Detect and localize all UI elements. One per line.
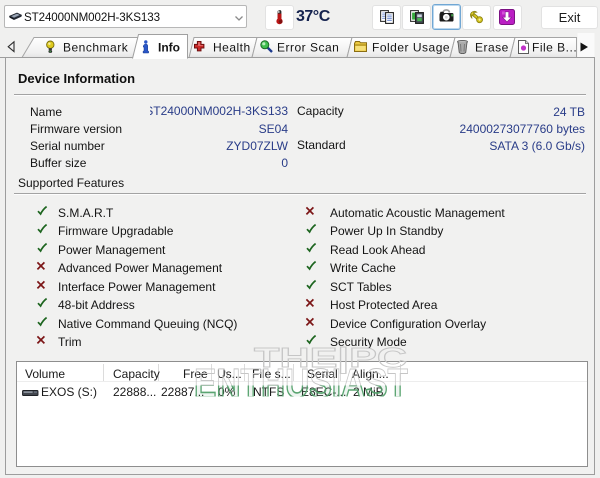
svg-text:Error Scan: Error Scan — [277, 41, 339, 55]
svg-text:Info: Info — [158, 41, 180, 55]
svg-text:File B...: File B... — [532, 41, 577, 55]
svg-text:Benchmark: Benchmark — [63, 41, 129, 55]
svg-text:Folder Usage: Folder Usage — [372, 41, 450, 55]
svg-text:Erase: Erase — [475, 41, 509, 55]
svg-text:Health: Health — [213, 41, 251, 55]
